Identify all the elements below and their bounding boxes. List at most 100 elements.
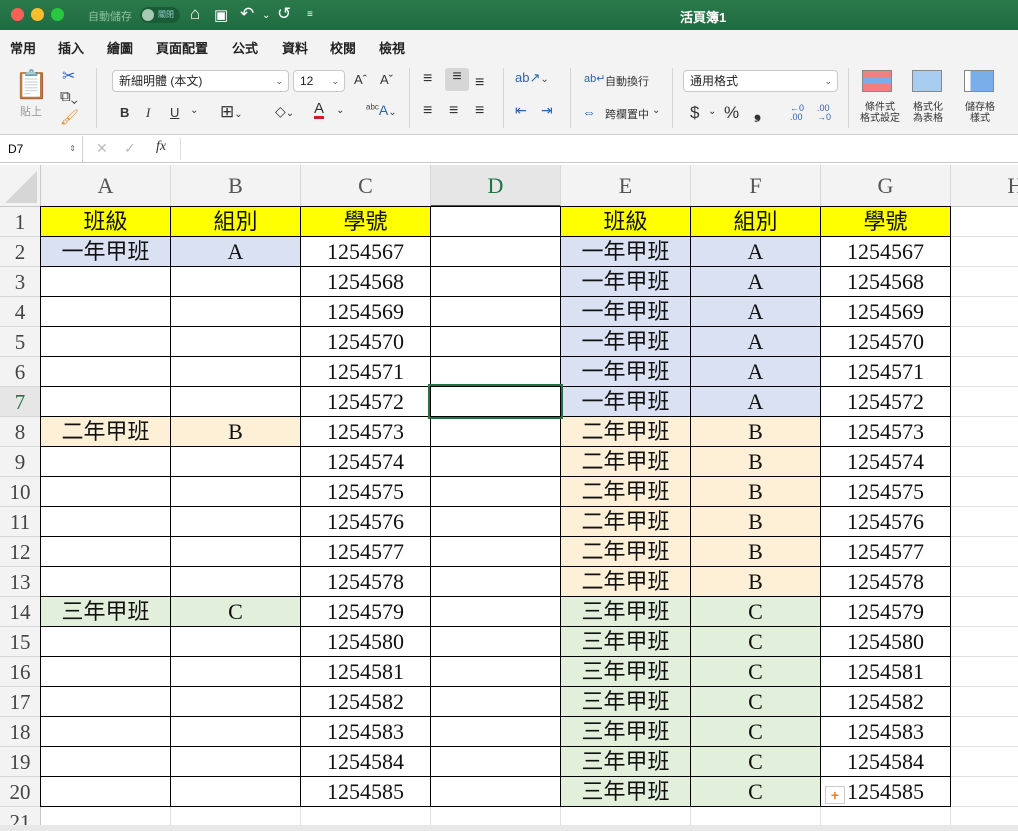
cell-a19[interactable] [40,746,171,777]
column-header-h[interactable]: H [951,165,1018,207]
row-header-18[interactable]: 18 [0,717,41,747]
cell-f9[interactable]: B [690,446,821,477]
cell-g6[interactable]: 1254571 [820,356,951,387]
cell-d5[interactable] [430,326,561,357]
cell-e7[interactable]: 一年甲班 [560,386,691,417]
row-header-20[interactable]: 20 [0,777,41,807]
align-top-icon[interactable]: ≡ [423,70,432,88]
format-as-table-icon[interactable] [912,70,942,92]
cell-c9[interactable]: 1254574 [300,446,431,477]
cell-e15[interactable]: 三年甲班 [560,626,691,657]
cell-c20[interactable]: 1254585 [300,776,431,807]
conditional-format-button[interactable]: 條件式 格式設定 [858,102,902,124]
number-format-select[interactable]: 通用格式 ⌄ [683,70,838,92]
cell-c18[interactable]: 1254583 [300,716,431,747]
cell-a4[interactable] [40,296,171,327]
cell-f18[interactable]: C [690,716,821,747]
cell-g14[interactable]: 1254579 [820,596,951,627]
cell-c14[interactable]: 1254579 [300,596,431,627]
cell-c8[interactable]: 1254573 [300,416,431,447]
cell-b18[interactable] [170,716,301,747]
cell-e10[interactable]: 二年甲班 [560,476,691,507]
cell-b6[interactable] [170,356,301,387]
cell-c15[interactable]: 1254580 [300,626,431,657]
align-right-icon[interactable]: ≡ [475,102,484,120]
cell-h15[interactable] [951,627,1018,657]
cell-h13[interactable] [951,567,1018,597]
cell-f15[interactable]: C [690,626,821,657]
cell-e18[interactable]: 三年甲班 [560,716,691,747]
undo-dropdown-icon[interactable]: ⌄ [262,10,270,21]
cell-f2[interactable]: A [690,236,821,267]
comma-button[interactable]: ❟ [754,102,761,123]
cell-d2[interactable] [430,236,561,267]
row-header-16[interactable]: 16 [0,657,41,687]
row-header-14[interactable]: 14 [0,597,41,627]
cell-a10[interactable] [40,476,171,507]
cell-f5[interactable]: A [690,326,821,357]
cell-b14[interactable]: C [170,596,301,627]
cell-d17[interactable] [430,686,561,717]
cell-h11[interactable] [951,507,1018,537]
align-left-icon[interactable]: ≡ [423,102,432,120]
cell-h4[interactable] [951,297,1018,327]
cell-d11[interactable] [430,506,561,537]
close-window-button[interactable] [11,8,24,21]
cell-g13[interactable]: 1254578 [820,566,951,597]
phonetic-icon[interactable]: abcA⌄ [366,102,397,118]
cell-b4[interactable] [170,296,301,327]
underline-button[interactable]: U [170,105,179,120]
column-header-b[interactable]: B [171,165,301,207]
formula-input[interactable] [180,138,1010,160]
cell-a9[interactable] [40,446,171,477]
cell-h2[interactable] [951,237,1018,267]
cell-e3[interactable]: 一年甲班 [560,266,691,297]
increase-font-icon[interactable]: Aˆ [354,72,367,87]
cell-a11[interactable] [40,506,171,537]
column-header-g[interactable]: G [821,165,951,207]
tab-insert[interactable]: 插入 [58,38,84,57]
cell-d1[interactable] [430,206,561,237]
cell-a8[interactable]: 二年甲班 [40,416,171,447]
cell-a17[interactable] [40,686,171,717]
cell-c3[interactable]: 1254568 [300,266,431,297]
row-header-5[interactable]: 5 [0,327,41,357]
column-header-c[interactable]: C [301,165,431,207]
cell-h10[interactable] [951,477,1018,507]
cell-h19[interactable] [951,747,1018,777]
enter-icon[interactable]: ✓ [124,140,136,157]
font-name-select[interactable]: 新細明體 (本文) ⌄ [112,70,289,92]
cell-g2[interactable]: 1254567 [820,236,951,267]
paste-options-icon[interactable]: + [825,786,845,804]
cell-b5[interactable] [170,326,301,357]
cell-e5[interactable]: 一年甲班 [560,326,691,357]
cell-h16[interactable] [951,657,1018,687]
cell-a15[interactable] [40,626,171,657]
cell-h3[interactable] [951,267,1018,297]
row-header-17[interactable]: 17 [0,687,41,717]
row-header-12[interactable]: 12 [0,537,41,567]
align-middle-icon[interactable]: ≡ [445,68,469,91]
cell-f1[interactable]: 組別 [690,206,821,237]
column-header-e[interactable]: E [561,165,691,207]
tab-draw[interactable]: 繪圖 [107,38,133,57]
cell-b16[interactable] [170,656,301,687]
cell-d20[interactable] [430,776,561,807]
cell-h7[interactable] [951,387,1018,417]
row-header-1[interactable]: 1 [0,207,41,237]
cell-c11[interactable]: 1254576 [300,506,431,537]
cell-h5[interactable] [951,327,1018,357]
cancel-icon[interactable]: ✕ [96,140,108,157]
autosave-toggle[interactable]: 關閉 [140,7,180,23]
cell-a18[interactable] [40,716,171,747]
row-header-4[interactable]: 4 [0,297,41,327]
cell-d6[interactable] [430,356,561,387]
cell-d8[interactable] [430,416,561,447]
cell-h1[interactable] [951,207,1018,237]
orientation-icon[interactable]: ab↗⌄ [515,70,549,86]
cell-a5[interactable] [40,326,171,357]
cell-c12[interactable]: 1254577 [300,536,431,567]
bold-button[interactable]: B [120,105,129,120]
cell-f4[interactable]: A [690,296,821,327]
format-painter-icon[interactable]: 🖌 [60,108,79,126]
